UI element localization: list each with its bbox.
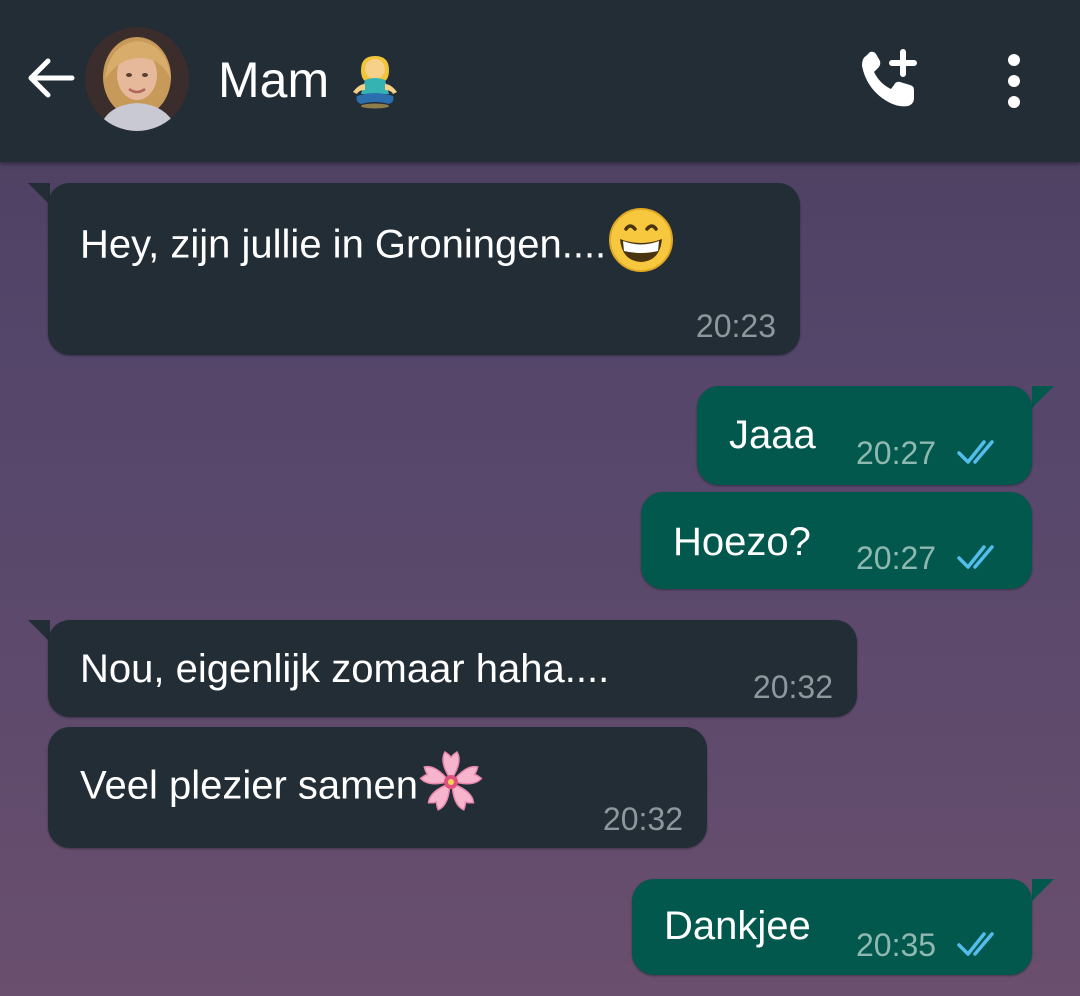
message-time: 20:27	[856, 540, 937, 576]
read-receipt-icon	[957, 440, 994, 464]
cherry-blossom-emoji-icon	[419, 750, 483, 811]
message-time: 20:23	[695, 308, 776, 344]
message-time: 20:32	[602, 801, 683, 837]
more-options-icon[interactable]	[994, 52, 1034, 110]
message-time: 20:32	[752, 669, 833, 705]
message-text: Nou, eigenlijk zomaar haha....	[80, 647, 610, 691]
message-text: Dankjee	[664, 904, 811, 948]
message-text: Hey, zijn jullie in Groningen....	[80, 208, 674, 273]
message-time: 20:27	[856, 435, 937, 471]
message-bubble-outgoing[interactable]: Hoezo? 20:27	[641, 492, 1032, 589]
add-call-icon[interactable]	[856, 48, 922, 110]
message-bubble-outgoing[interactable]: Jaaa 20:27	[697, 386, 1032, 485]
grinning-face-emoji-icon	[609, 208, 674, 272]
message-bubble-incoming[interactable]: Veel plezier samen 20:32	[48, 727, 707, 848]
message-bubble-incoming[interactable]: Hey, zijn jullie in Groningen.... 20:23	[48, 183, 800, 355]
read-receipt-icon	[957, 932, 994, 956]
message-text: Hoezo?	[673, 520, 811, 564]
bubble-tail	[28, 183, 50, 205]
message-bubble-outgoing[interactable]: Dankjee 20:35	[632, 879, 1032, 975]
contact-name-text: Mam	[218, 52, 330, 108]
bubble-tail	[1032, 879, 1054, 901]
contact-name[interactable]: Mam	[218, 50, 405, 110]
message-text: Jaaa	[729, 413, 816, 457]
message-bubble-incoming[interactable]: Nou, eigenlijk zomaar haha.... 20:32	[48, 620, 857, 717]
contact-avatar[interactable]	[85, 27, 189, 131]
message-text: Veel plezier samen	[80, 750, 484, 815]
bubble-tail	[1032, 386, 1054, 408]
read-receipt-icon	[957, 545, 994, 569]
back-arrow-icon[interactable]	[24, 52, 76, 104]
message-time: 20:35	[856, 927, 937, 963]
person-lotus-position-emoji-icon	[353, 56, 398, 109]
bubble-tail	[28, 620, 50, 642]
chat-header: Mam	[0, 0, 1080, 162]
